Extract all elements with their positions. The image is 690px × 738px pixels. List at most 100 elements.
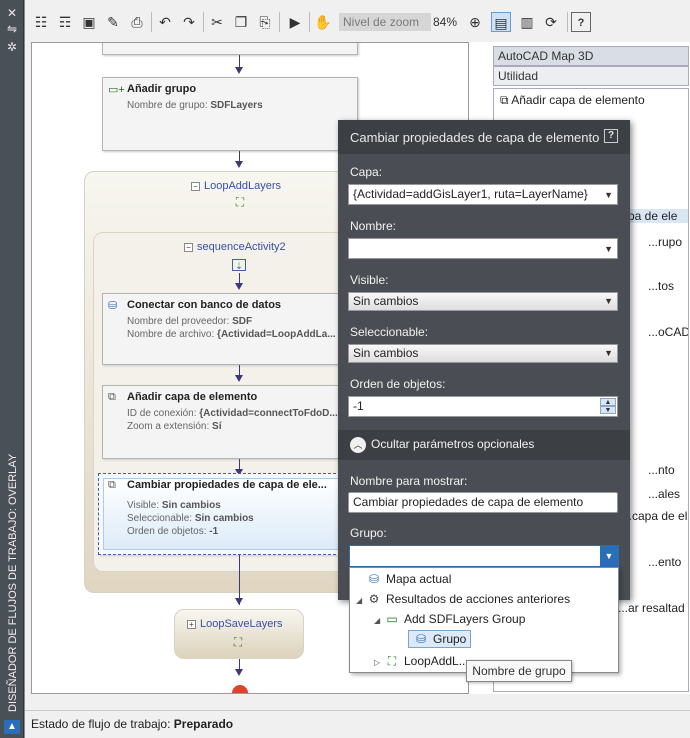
collapsed-icon[interactable]: ▷ — [374, 658, 384, 667]
activity-row: Seleccionable: Sin cambios — [127, 513, 254, 524]
chevron-down-icon[interactable]: ▼ — [604, 293, 613, 310]
map-icon: ⛁ — [368, 572, 380, 586]
activity-change-layer-properties[interactable]: ⧉ Cambiar propiedades de capa de ele... … — [98, 473, 377, 555]
status-label: Estado de flujo de trabajo: — [31, 717, 171, 731]
chevron-down-icon[interactable]: ▼ — [604, 345, 613, 362]
toolbox-header-utility[interactable]: Utilidad — [493, 66, 689, 86]
activity-add-feature-layer[interactable]: ⧉ Añadir capa de elemento ID de conexión… — [102, 385, 358, 459]
workflow-icon: ⚙ — [368, 592, 380, 606]
seleccionable-value: Sin cambios — [353, 346, 419, 360]
grupo-label: Grupo: — [350, 526, 387, 540]
nombre-field[interactable]: ▼ — [348, 238, 618, 259]
activity-title: Cambiar propiedades de capa de ele... — [127, 479, 327, 491]
toolbar-divider — [309, 12, 310, 32]
connector-arrow — [235, 161, 243, 168]
tree-item-add-group[interactable]: ◢ ▭ Add SDFLayers Group — [374, 612, 525, 626]
capa-field[interactable]: {Actividad=addGisLayer1, ruta=LayerName}… — [348, 184, 618, 205]
tree-item-loop[interactable]: ▷ ⛶ LoopAddL... — [374, 654, 469, 669]
toolbox-item[interactable]: ...rupo — [648, 235, 682, 249]
container-title[interactable]: + LoopSaveLayers — [187, 618, 283, 630]
toolbox-item[interactable]: ...ales — [648, 487, 680, 501]
spin-down-icon[interactable]: ▼ — [600, 406, 616, 414]
palette-title-strip: ✕ ⇋ ✲ DISEÑADOR DE FLUJOS DE TRABAJO: OV… — [0, 0, 24, 738]
collapse-icon[interactable]: − — [184, 242, 193, 252]
spin-up-icon[interactable]: ▲ — [600, 398, 616, 406]
cut-icon[interactable]: ✂ — [207, 12, 227, 32]
toolbar-divider — [279, 12, 280, 32]
toggle-toolbox-icon[interactable]: ▤ — [491, 12, 511, 32]
status-bar: Estado de flujo de trabajo: Preparado — [25, 710, 690, 738]
refresh-icon[interactable]: ⟳ — [541, 12, 561, 32]
connector-arrow — [235, 67, 243, 74]
optional-params-toggle[interactable]: ︿ Ocultar parámetros opcionales — [338, 430, 630, 460]
visible-select[interactable]: Sin cambios ▼ — [348, 292, 618, 311]
new-sequence-icon[interactable]: ☶ — [55, 12, 75, 32]
end-node-icon[interactable] — [232, 685, 248, 693]
connect-icon: ⛁ — [108, 300, 118, 312]
tree-item-current-map[interactable]: ⛁ Mapa actual — [356, 572, 451, 586]
display-name-field[interactable]: Cambiar propiedades de capa de elemento — [348, 492, 618, 513]
nombre-label: Nombre: — [350, 219, 397, 233]
visible-value: Sin cambios — [353, 294, 419, 308]
activity-add-group[interactable]: ▭+ Añadir grupo Nombre de grupo: SDFLaye… — [102, 77, 358, 151]
paste-icon[interactable]: ⎘ — [255, 12, 275, 32]
chevron-down-icon[interactable]: ▼ — [600, 546, 618, 566]
toggle-properties-icon[interactable]: ▥ — [517, 12, 537, 32]
toolbox-header-map3d[interactable]: AutoCAD Map 3D — [493, 46, 689, 66]
expand-icon[interactable]: + — [187, 619, 196, 629]
close-icon[interactable]: ✕ — [4, 6, 20, 20]
save-icon[interactable]: ▣ — [79, 12, 99, 32]
expanded-icon[interactable]: ◢ — [356, 596, 366, 605]
toolbox-item[interactable]: ...ar resaltad — [618, 601, 685, 615]
zoom-icon[interactable]: ⊕ — [465, 12, 485, 32]
tree-item-grupo[interactable]: ⛁ Grupo — [408, 630, 472, 648]
properties-icon[interactable]: ✲ — [4, 40, 20, 54]
auto-hide-icon[interactable]: ⇋ — [4, 22, 20, 36]
collapse-up-icon: ︿ — [350, 437, 366, 453]
run-icon[interactable]: ▶ — [285, 12, 305, 32]
toolbox-item[interactable]: ...tos — [648, 279, 674, 293]
chevron-down-icon[interactable]: ▼ — [604, 240, 613, 258]
copy-icon[interactable]: ❐ — [231, 12, 251, 32]
orden-value: -1 — [353, 399, 364, 413]
expanded-icon[interactable]: ◢ — [374, 616, 384, 625]
orden-spinner[interactable]: ▲ ▼ — [600, 398, 616, 415]
toolbox-item[interactable]: ...nto — [648, 463, 675, 477]
activity-row: Nombre de archivo: {Actividad=LoopAddLa.… — [127, 329, 336, 340]
redo-icon[interactable]: ↷ — [179, 12, 199, 32]
workflow-designer-window: ✕ ⇋ ✲ DISEÑADOR DE FLUJOS DE TRABAJO: OV… — [0, 0, 690, 738]
tooltip: Nombre de grupo — [466, 660, 572, 682]
orden-label: Orden de objetos: — [350, 377, 446, 391]
new-workflow-icon[interactable]: ☷ — [31, 12, 51, 32]
container-title[interactable]: − LoopAddLayers — [191, 180, 281, 192]
toolbox-item[interactable]: ...oCAD — [648, 325, 688, 339]
change-layer-properties-dialog: Cambiar propiedades de capa de elemento … — [338, 120, 630, 600]
seleccionable-label: Seleccionable: — [350, 325, 429, 339]
toolbox-item[interactable]: ⧉ Añadir capa de elemento — [500, 93, 645, 108]
pan-icon[interactable]: ✋ — [313, 12, 333, 32]
orden-field[interactable]: -1 ▲ ▼ — [348, 396, 618, 417]
help-icon[interactable]: ? — [604, 129, 618, 143]
loop-save-layers-container[interactable]: + LoopSaveLayers ⛶ — [174, 609, 304, 659]
help-icon[interactable]: ? — [571, 12, 591, 32]
undo-icon[interactable]: ↶ — [155, 12, 175, 32]
grupo-select[interactable]: ▼ — [349, 545, 619, 567]
save-as-icon[interactable]: ✎ — [103, 12, 123, 32]
chevron-down-icon[interactable]: ▼ — [604, 186, 613, 204]
previous-activity-stub[interactable] — [102, 43, 358, 55]
activity-title: Conectar con banco de datos — [127, 299, 282, 311]
activity-row: Orden de objetos: -1 — [127, 526, 219, 537]
zoom-level-input[interactable]: Nivel de zoom — [339, 13, 431, 31]
toolbox-item[interactable]: ...ento — [648, 555, 681, 569]
toolbox-item[interactable]: ...capa de el — [622, 509, 687, 523]
network-icon: ⛶ — [235, 195, 245, 209]
tree-item-previous-results[interactable]: ◢ ⚙ Resultados de acciones anteriores — [356, 592, 570, 606]
activity-title: Añadir grupo — [127, 83, 197, 95]
seleccionable-select[interactable]: Sin cambios ▼ — [348, 344, 618, 363]
print-icon[interactable]: ⎙ — [127, 12, 147, 32]
container-title[interactable]: − sequenceActivity2 — [184, 241, 286, 253]
toolbar-divider — [151, 12, 152, 32]
collapse-icon[interactable]: − — [191, 181, 200, 191]
activity-connect-datastore[interactable]: ⛁ Conectar con banco de datos Nombre del… — [102, 293, 358, 365]
loop-icon: ⛶ — [387, 654, 397, 668]
